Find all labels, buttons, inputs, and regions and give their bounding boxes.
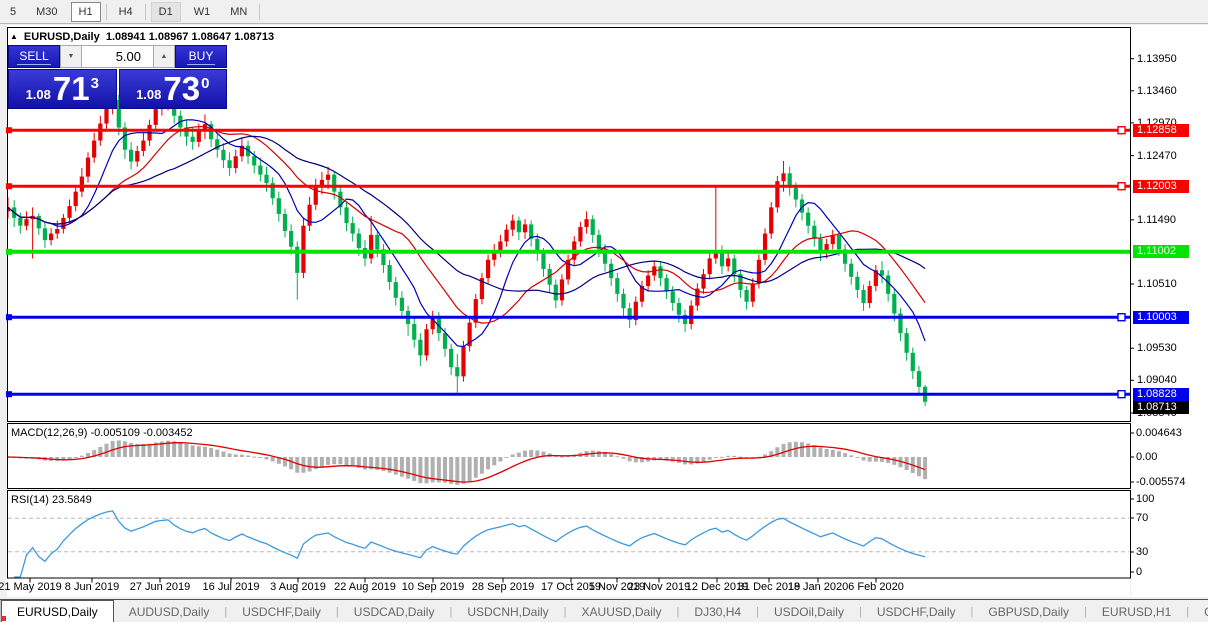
price-axis-tick: 1.09530 [1137, 342, 1177, 355]
sell-button[interactable]: SELL [8, 45, 60, 68]
date-axis-label: 18 Jan 2020 [787, 581, 849, 593]
tab-item-EURUSD-H1[interactable]: EURUSD,H1 [1087, 600, 1186, 622]
tab-item-USDCAD-Daily[interactable]: USDCAD,Daily [339, 600, 450, 622]
date-axis-label: 23 Nov 2019 [627, 581, 691, 593]
rsi-axis-tick: 70 [1136, 512, 1149, 524]
trading-terminal: 5 M30 H1 H4 D1 W1 MN ▲ EURUSD,Daily 1.08941 1.0… [0, 0, 1208, 622]
bid-pip-digit: 3 [90, 74, 99, 92]
macd-axis-tick: 0.00 [1136, 451, 1158, 463]
price-axis-tick: 1.11490 [1137, 213, 1176, 226]
hline-price-label: 1.12003 [1133, 179, 1189, 193]
chart-title: ▲ EURUSD,Daily 1.08941 1.08967 1.08647 1.… [10, 31, 274, 43]
timeframe-button-D1[interactable]: D1 [150, 1, 181, 22]
tab-item-XAUUSD-Daily[interactable]: XAUUSD,Daily [567, 600, 677, 622]
timeframe-toolbar: 5 M30 H1 H4 D1 W1 MN [0, 0, 1208, 24]
tab-item-AUDUSD-Daily[interactable]: AUDUSD,Daily [114, 600, 225, 622]
bid-prefix: 1.08 [25, 86, 51, 102]
bid-big-figure: 71 [52, 70, 90, 107]
ask-big-figure: 73 [163, 70, 201, 107]
date-axis-label: 10 Sep 2019 [401, 581, 465, 593]
spin-up-icon: ▲ [160, 53, 168, 60]
toolbar-separator [105, 3, 107, 20]
collapse-icon[interactable]: ▲ [10, 32, 18, 41]
tab-item-USDCHF-Daily[interactable]: USDCHF,Daily [227, 600, 336, 622]
tab-item-USDCHF-Daily[interactable]: USDCHF,Daily [862, 600, 971, 622]
chart-ohlc-values: 1.08941 1.08967 1.08647 1.08713 [105, 31, 275, 43]
spin-down-icon: ▼ [67, 53, 75, 60]
date-axis-label: 21 May 2019 [0, 581, 62, 593]
tab-grip [0, 600, 6, 622]
current-price-label: 1.08713 [1133, 401, 1189, 415]
ask-pip-digit: 0 [201, 74, 210, 92]
date-axis-label: 6 Feb 2020 [848, 581, 904, 593]
tab-item-GBPUSD-Daily[interactable]: GBPUSD,Daily [973, 600, 1084, 622]
one-click-trade-widget: SELL ▼ 5.00 ▲ BUY 1.08 71 3 1.08 73 0 [8, 45, 227, 109]
timeframe-button-H1[interactable]: H1 [70, 1, 101, 22]
toolbar-separator [144, 3, 146, 20]
hline-price-label: 1.10003 [1133, 310, 1189, 324]
bid-price-button[interactable]: 1.08 71 3 [8, 69, 117, 109]
price-axis-tick: 1.13460 [1137, 84, 1177, 97]
ask-price-button[interactable]: 1.08 73 0 [118, 69, 227, 109]
macd-axis-tick: -0.005574 [1136, 476, 1186, 488]
buy-button[interactable]: BUY [175, 45, 227, 68]
price-axis-tick: 1.13950 [1137, 52, 1177, 65]
hline-price-label: 1.12858 [1133, 123, 1189, 137]
price-axis-tick: 1.12470 [1137, 149, 1177, 162]
timeframe-button-5[interactable]: 5 [3, 3, 23, 21]
price-axis-tick: 1.10510 [1137, 278, 1177, 291]
toolbar-separator [259, 3, 261, 20]
volume-decrease-button[interactable]: ▼ [60, 45, 82, 68]
price-axis-tick: 1.09040 [1137, 374, 1177, 387]
volume-increase-button[interactable]: ▲ [153, 45, 175, 68]
date-axis-label: 3 Aug 2019 [270, 581, 326, 593]
timeframe-button-W1[interactable]: W1 [187, 3, 218, 21]
timeframe-button-MN[interactable]: MN [223, 3, 254, 21]
tab-item-DJ30-H4[interactable]: DJ30,H4 [679, 600, 756, 622]
tab-item-EURUSD-Daily[interactable]: EURUSD,Daily [1, 600, 114, 622]
date-axis-label: 27 Jun 2019 [129, 581, 191, 593]
chart-symbol-label: EURUSD,Daily [23, 31, 100, 43]
rsi-label: RSI(14) 23.5849 [11, 494, 92, 506]
alert-dot [1, 616, 6, 621]
symbol-tab-bar: EURUSD,Daily AUDUSD,Daily | USDCHF,Daily | US… [0, 599, 1208, 622]
date-axis-label: 16 Jul 2019 [202, 581, 260, 593]
ask-prefix: 1.08 [136, 86, 162, 102]
hline-price-label: 1.11002 [1133, 245, 1189, 259]
rsi-axis-tick: 0 [1136, 566, 1143, 578]
rsi-axis-tick: 100 [1136, 493, 1155, 505]
timeframe-button-H4[interactable]: H4 [112, 3, 140, 21]
tab-item-GBPAUD-H1[interactable]: GBPAUD,H1 [1189, 600, 1208, 622]
tab-item-USDCNH-Daily[interactable]: USDCNH,Daily [452, 600, 563, 622]
macd-axis-tick: 0.004643 [1136, 427, 1182, 439]
timeframe-button-M30[interactable]: M30 [29, 3, 64, 21]
rsi-axis-tick: 30 [1136, 546, 1149, 558]
date-axis-label: 8 Jun 2019 [64, 581, 120, 593]
volume-input[interactable]: 5.00 [82, 45, 153, 68]
date-axis-label: 28 Sep 2019 [471, 581, 535, 593]
macd-label: MACD(12,26,9) -0.005109 -0.003452 [11, 427, 193, 439]
hline-price-label: 1.08828 [1133, 387, 1189, 401]
tab-item-USDOil-Daily[interactable]: USDOil,Daily [759, 600, 859, 622]
date-axis-label: 22 Aug 2019 [334, 581, 396, 593]
